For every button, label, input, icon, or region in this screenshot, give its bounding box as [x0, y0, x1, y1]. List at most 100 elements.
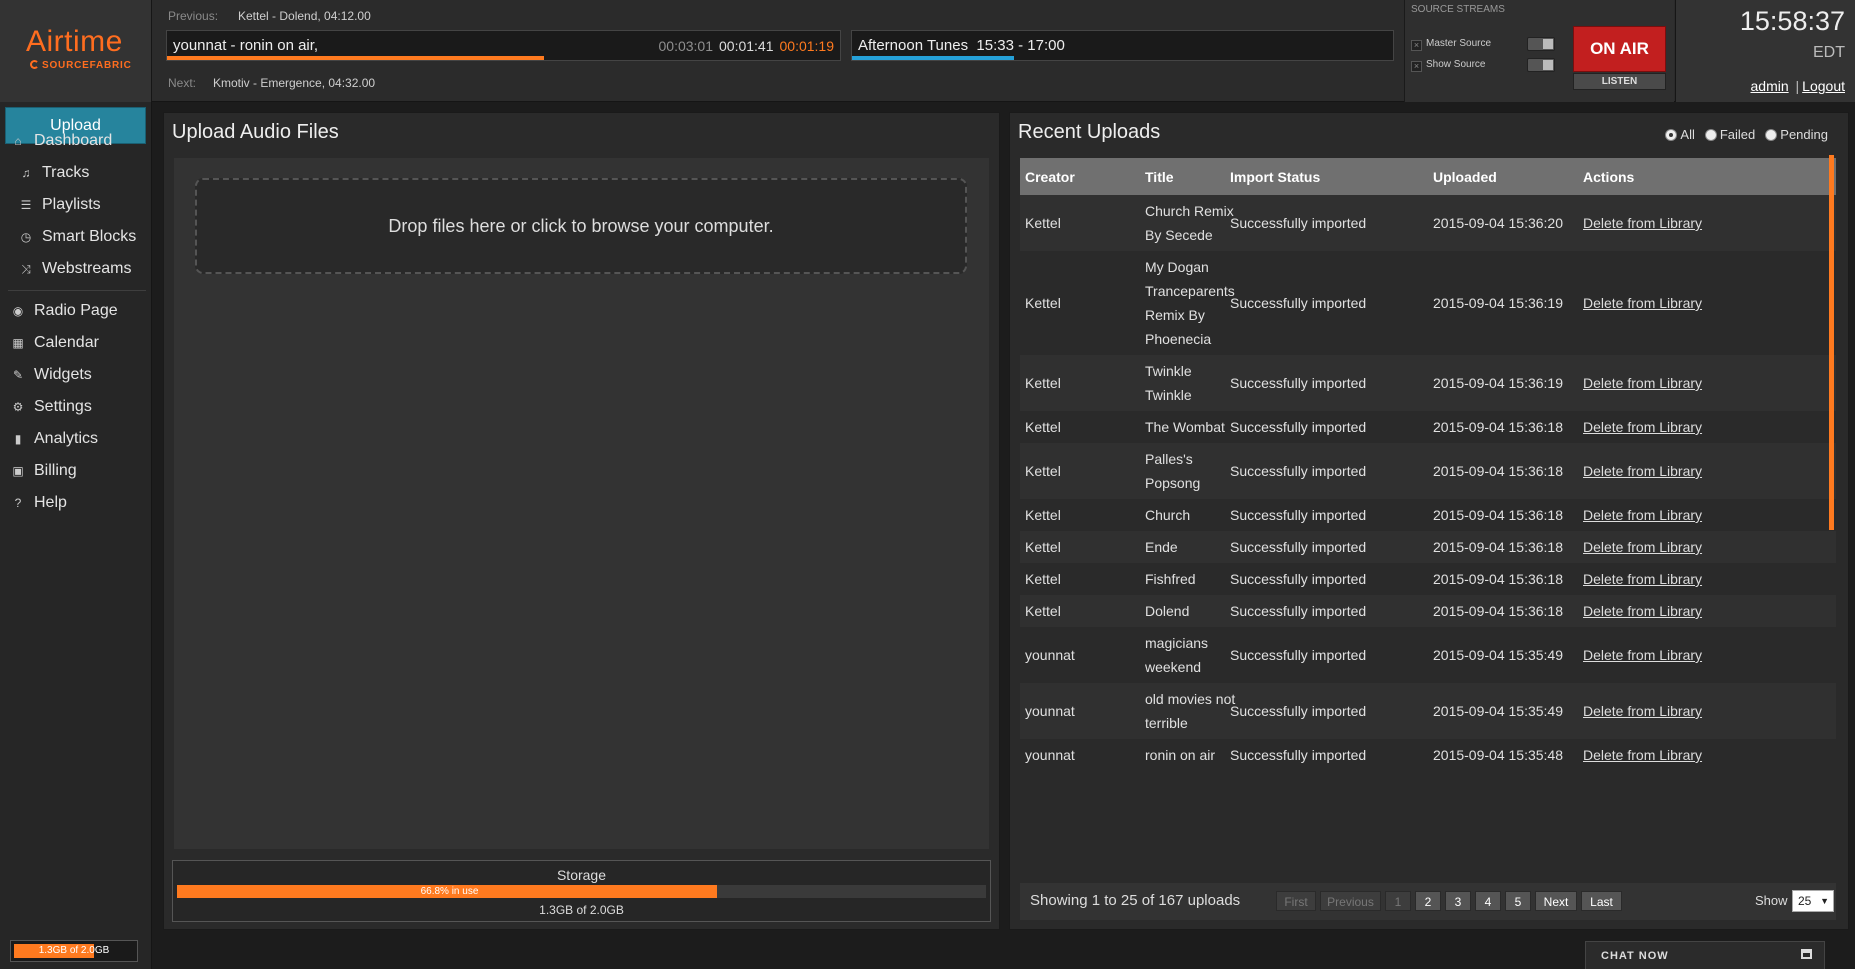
- cell-uploaded: 2015-09-04 15:35:48: [1433, 747, 1563, 763]
- delete-from-library-link[interactable]: Delete from Library: [1583, 459, 1702, 483]
- cell-import-status: Successfully imported: [1230, 419, 1367, 435]
- chat-now-widget[interactable]: CHAT NOW: [1585, 941, 1825, 969]
- cell-uploaded: 2015-09-04 15:36:18: [1433, 507, 1563, 523]
- sidebar-item-tracks[interactable]: ♫ Tracks: [18, 164, 90, 188]
- column-actions: Actions: [1583, 169, 1635, 185]
- sidebar-item-dashboard[interactable]: ⌂ Dashboard: [10, 132, 112, 156]
- column-import-status[interactable]: Import Status: [1230, 169, 1320, 185]
- bar-chart-icon: ▮: [14, 432, 22, 446]
- listen-button[interactable]: LISTEN: [1573, 73, 1666, 90]
- next-label: Next:: [168, 76, 197, 90]
- cell-import-status: Successfully imported: [1230, 647, 1367, 663]
- delete-from-library-link[interactable]: Delete from Library: [1583, 371, 1702, 395]
- chevron-down-icon: ▼: [1820, 896, 1829, 906]
- sidebar-item-label: Webstreams: [42, 260, 132, 277]
- show-source-toggle[interactable]: [1527, 58, 1555, 72]
- table-scrollbar[interactable]: [1829, 155, 1834, 530]
- delete-from-library-link[interactable]: Delete from Library: [1583, 743, 1702, 767]
- logo[interactable]: Airtime SOURCEFABRIC: [0, 0, 152, 102]
- filter-failed[interactable]: Failed: [1704, 127, 1755, 142]
- table-row[interactable]: Kettel The Wombat Successfully imported 201…: [1020, 411, 1836, 443]
- cell-uploaded: 2015-09-04 15:36:18: [1433, 539, 1563, 555]
- delete-from-library-link[interactable]: Delete from Library: [1583, 503, 1702, 527]
- filter-pending[interactable]: Pending: [1765, 127, 1828, 142]
- delete-from-library-link[interactable]: Delete from Library: [1583, 415, 1702, 439]
- sidebar-item-billing[interactable]: ▣ Billing: [10, 462, 76, 486]
- cell-creator: Kettel: [1025, 419, 1061, 435]
- table-row[interactable]: Kettel Fishfred Successfully imported 2015-…: [1020, 563, 1836, 595]
- logo-subtext: SOURCEFABRIC: [30, 60, 132, 71]
- delete-from-library-link[interactable]: Delete from Library: [1583, 291, 1702, 315]
- cell-title: Twinkle Twinkle: [1145, 363, 1192, 403]
- pager-first[interactable]: First: [1276, 891, 1316, 911]
- table-row[interactable]: Kettel Dolend Successfully imported 2015-09…: [1020, 595, 1836, 627]
- sidebar-divider: [8, 290, 146, 291]
- showing-count: Showing 1 to 25 of 167 uploads: [1030, 892, 1241, 909]
- column-uploaded[interactable]: Uploaded: [1433, 169, 1497, 185]
- pager-1[interactable]: 1: [1385, 891, 1411, 911]
- cell-title: ronin on air: [1145, 747, 1216, 763]
- table-row[interactable]: younnat ronin on air Successfully imported…: [1020, 739, 1836, 771]
- table-row[interactable]: Kettel Palles's Popsong Successfully impor…: [1020, 443, 1836, 499]
- sidebar-item-playlists[interactable]: ☰ Playlists: [18, 196, 101, 220]
- file-drop-zone[interactable]: Drop files here or click to browse your …: [195, 178, 967, 274]
- radio-button[interactable]: [1765, 129, 1778, 141]
- table-row[interactable]: Kettel Twinkle Twinkle Successfully import…: [1020, 355, 1836, 411]
- close-icon[interactable]: ×: [1411, 40, 1422, 51]
- delete-from-library-link[interactable]: Delete from Library: [1583, 211, 1702, 235]
- table-row[interactable]: younnat magicians weekend Successfully imp…: [1020, 627, 1836, 683]
- cell-title: Ende: [1145, 539, 1178, 555]
- storage-label: Storage: [556, 867, 607, 883]
- table-row[interactable]: Kettel My Dogan Tranceparents Remix By Ph…: [1020, 251, 1836, 355]
- page-size-select[interactable]: 25 ▼: [1792, 890, 1834, 912]
- pager-last[interactable]: Last: [1581, 891, 1622, 911]
- table-row[interactable]: Kettel Church Successfully imported 2015-09…: [1020, 499, 1836, 531]
- cell-creator: Kettel: [1025, 295, 1061, 311]
- cell-import-status: Successfully imported: [1230, 215, 1367, 231]
- sidebar-item-help[interactable]: ? Help: [10, 494, 67, 518]
- cell-creator: Kettel: [1025, 375, 1061, 391]
- sidebar-item-label: Playlists: [42, 196, 101, 213]
- sidebar-item-webstreams[interactable]: ⤨ Webstreams: [18, 260, 132, 284]
- storage-size: 1.3GB of 2.0GB: [539, 903, 624, 917]
- column-creator[interactable]: Creator: [1025, 169, 1075, 185]
- radio-button[interactable]: [1665, 129, 1678, 141]
- delete-from-library-link[interactable]: Delete from Library: [1583, 567, 1702, 591]
- pager-5[interactable]: 5: [1505, 891, 1531, 911]
- delete-from-library-link[interactable]: Delete from Library: [1583, 599, 1702, 623]
- cell-import-status: Successfully imported: [1230, 295, 1367, 311]
- table-row[interactable]: Kettel Ende Successfully imported 2015-09-0…: [1020, 531, 1836, 563]
- logout-link[interactable]: Logout: [1802, 78, 1845, 94]
- clock-time: 15:58:37: [1739, 6, 1845, 36]
- table-row[interactable]: Kettel Church Remix By Secede Successfully…: [1020, 195, 1836, 251]
- delete-from-library-link[interactable]: Delete from Library: [1583, 699, 1702, 723]
- sidebar-item-radio-page[interactable]: ◉ Radio Page: [10, 302, 118, 326]
- pager-2[interactable]: 2: [1415, 891, 1441, 911]
- sidebar-item-calendar[interactable]: ▦ Calendar: [10, 334, 99, 358]
- sidebar-item-smart-blocks[interactable]: ◷ Smart Blocks: [18, 228, 137, 252]
- table-row[interactable]: younnat old movies not terrible Successful…: [1020, 683, 1836, 739]
- pager-previous[interactable]: Previous: [1320, 891, 1381, 911]
- filter-all[interactable]: All: [1665, 127, 1695, 142]
- pager-3[interactable]: 3: [1445, 891, 1471, 911]
- chat-window-icon[interactable]: [1801, 949, 1812, 959]
- column-title[interactable]: Title: [1145, 169, 1174, 185]
- close-icon[interactable]: ×: [1411, 61, 1422, 72]
- cell-title: Church: [1145, 507, 1191, 523]
- sidebar-item-widgets[interactable]: ✎ Widgets: [10, 366, 92, 390]
- current-show-bar: Afternoon Tunes 15:33 - 17:00: [851, 30, 1394, 61]
- upload-panel-title: Upload Audio Files: [172, 121, 339, 143]
- cell-creator: Kettel: [1025, 507, 1061, 523]
- user-link[interactable]: admin: [1751, 78, 1789, 94]
- calendar-icon: ▦: [12, 336, 24, 350]
- delete-from-library-link[interactable]: Delete from Library: [1583, 535, 1702, 559]
- pager-4[interactable]: 4: [1475, 891, 1501, 911]
- cell-title: Fishfred: [1145, 571, 1196, 587]
- sidebar-item-analytics[interactable]: ▮ Analytics: [10, 430, 98, 454]
- sidebar-item-settings[interactable]: ⚙ Settings: [10, 398, 92, 422]
- pager-next[interactable]: Next: [1535, 891, 1577, 911]
- master-source-toggle[interactable]: [1527, 37, 1555, 51]
- radio-button[interactable]: [1704, 129, 1717, 141]
- delete-from-library-link[interactable]: Delete from Library: [1583, 643, 1702, 667]
- cell-import-status: Successfully imported: [1230, 603, 1367, 619]
